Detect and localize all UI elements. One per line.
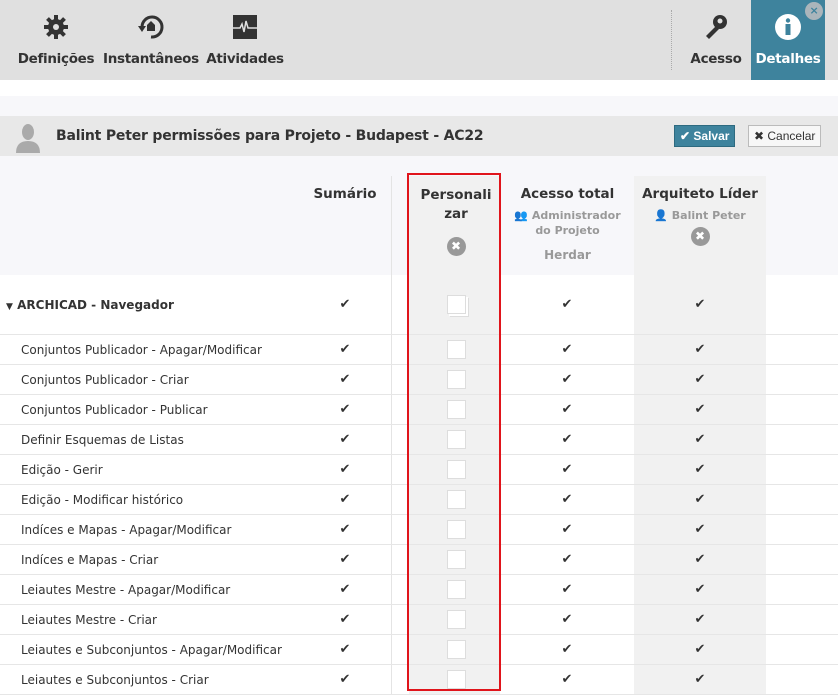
tab-instantaneos[interactable]: Instantâneos <box>103 0 199 80</box>
user-label: Balint Peter <box>671 209 746 222</box>
permission-label: Conjuntos Publicador - Publicar <box>21 403 208 417</box>
permission-label: Definir Esquemas de Listas <box>21 433 184 447</box>
check-icon: ✔ <box>694 297 706 312</box>
inherit-label[interactable]: Herdar <box>510 248 625 263</box>
column-label: Acesso total <box>520 186 615 202</box>
spacer <box>0 96 838 116</box>
permission-label: Conjuntos Publicador - Criar <box>21 373 189 387</box>
check-icon: ✔ <box>561 342 573 357</box>
tab-label: Atividades <box>206 51 284 67</box>
check-icon: ✔ <box>694 672 706 687</box>
tab-label: Definições <box>17 51 95 67</box>
check-icon: ✔ <box>694 372 706 387</box>
column-summary: Sumário <box>313 186 377 202</box>
check-icon: ✔ <box>694 582 706 597</box>
cancel-button[interactable]: ✖ Cancelar <box>748 125 822 147</box>
check-icon: ✔ <box>339 672 351 687</box>
check-icon: ✔ <box>339 492 351 507</box>
check-icon: ✔ <box>694 432 706 447</box>
check-icon: ✔ <box>561 402 573 417</box>
gear-icon <box>44 15 68 39</box>
page-title: Balint Peter permissões para Projeto - B… <box>56 128 484 144</box>
check-icon: ✔ <box>561 522 573 537</box>
check-icon: ✔ <box>694 402 706 417</box>
check-icon: ✔ <box>339 522 351 537</box>
permission-label: Indíces e Mapas - Apagar/Modificar <box>21 523 232 537</box>
permission-label: Leiautes Mestre - Criar <box>21 613 157 627</box>
info-icon <box>775 14 801 40</box>
check-icon: ✔ <box>561 612 573 627</box>
column-label: Arquiteto Líder <box>642 186 758 202</box>
check-icon: ✔ <box>561 582 573 597</box>
key-icon <box>706 15 727 39</box>
check-icon: ✔ <box>339 432 351 447</box>
permission-label: Leiautes e Subconjuntos - Apagar/Modific… <box>21 643 282 657</box>
check-icon: ✔ <box>339 552 351 567</box>
snapshot-icon <box>137 15 163 39</box>
tab-atividades[interactable]: Atividades <box>205 0 285 80</box>
permission-label: Leiautes Mestre - Apagar/Modificar <box>21 583 231 597</box>
check-icon: ✔ <box>694 522 706 537</box>
check-icon: ✔ <box>694 552 706 567</box>
check-icon: ✔ <box>561 432 573 447</box>
check-icon: ✔ <box>339 297 351 312</box>
title-bar: Balint Peter permissões para Projeto - B… <box>0 116 838 156</box>
permission-label: Edição - Modificar histórico <box>21 493 184 507</box>
check-icon: ✔ <box>339 402 351 417</box>
permission-label: Conjuntos Publicador - Apagar/Modificar <box>21 343 262 357</box>
check-icon: ✔ <box>694 642 706 657</box>
check-icon: ✔ <box>339 642 351 657</box>
check-icon: ✔ <box>561 462 573 477</box>
tab-detalhes[interactable]: Detalhes × <box>751 0 825 80</box>
tab-label: Acesso <box>690 51 742 67</box>
close-icon[interactable]: × <box>805 2 823 20</box>
column-full-access: Acesso total 👥 Administrador do Projeto … <box>510 186 625 263</box>
clear-icon[interactable]: ✖ <box>690 227 710 246</box>
highlight-box <box>407 173 501 691</box>
check-icon: ✔ <box>694 462 706 477</box>
permission-label: Edição - Gerir <box>21 463 103 477</box>
tab-label: Instantâneos <box>103 51 199 67</box>
avatar-icon <box>16 124 40 153</box>
check-icon: ✔ <box>561 297 573 312</box>
check-icon: ✔ <box>561 552 573 567</box>
check-icon: ✔ <box>561 492 573 507</box>
save-button[interactable]: ✔ Salvar <box>674 125 736 147</box>
user-icon: 👤 <box>654 209 668 222</box>
tab-definicoes[interactable]: Definições <box>16 0 96 80</box>
check-icon: ✔ <box>561 642 573 657</box>
tab-acesso[interactable]: Acesso <box>686 0 746 80</box>
group-icon: 👥 <box>514 209 529 222</box>
check-icon: ✔ <box>339 372 351 387</box>
check-icon: ✔ <box>694 612 706 627</box>
check-icon: ✔ <box>339 462 351 477</box>
divider <box>671 10 672 70</box>
toolbar: Definições Instantâneos Atividades Acess… <box>0 0 838 80</box>
check-icon: ✔ <box>561 672 573 687</box>
role-label: Administrador do Projeto <box>531 209 621 237</box>
permission-label: Indíces e Mapas - Criar <box>21 553 159 567</box>
check-icon: ✔ <box>694 342 706 357</box>
check-icon: ✔ <box>339 342 351 357</box>
check-icon: ✔ <box>561 372 573 387</box>
activity-icon <box>233 15 257 39</box>
tab-label: Detalhes <box>755 51 821 67</box>
caret-down-icon: ▼ <box>6 302 13 312</box>
permission-label: Leiautes e Subconjuntos - Criar <box>21 673 209 687</box>
group-label: ▼ ARCHICAD - Navegador <box>6 298 174 312</box>
check-icon: ✔ <box>694 492 706 507</box>
check-icon: ✔ <box>339 582 351 597</box>
check-icon: ✔ <box>339 612 351 627</box>
column-lead-architect: Arquiteto Líder 👤 Balint Peter ✖ <box>634 186 766 246</box>
